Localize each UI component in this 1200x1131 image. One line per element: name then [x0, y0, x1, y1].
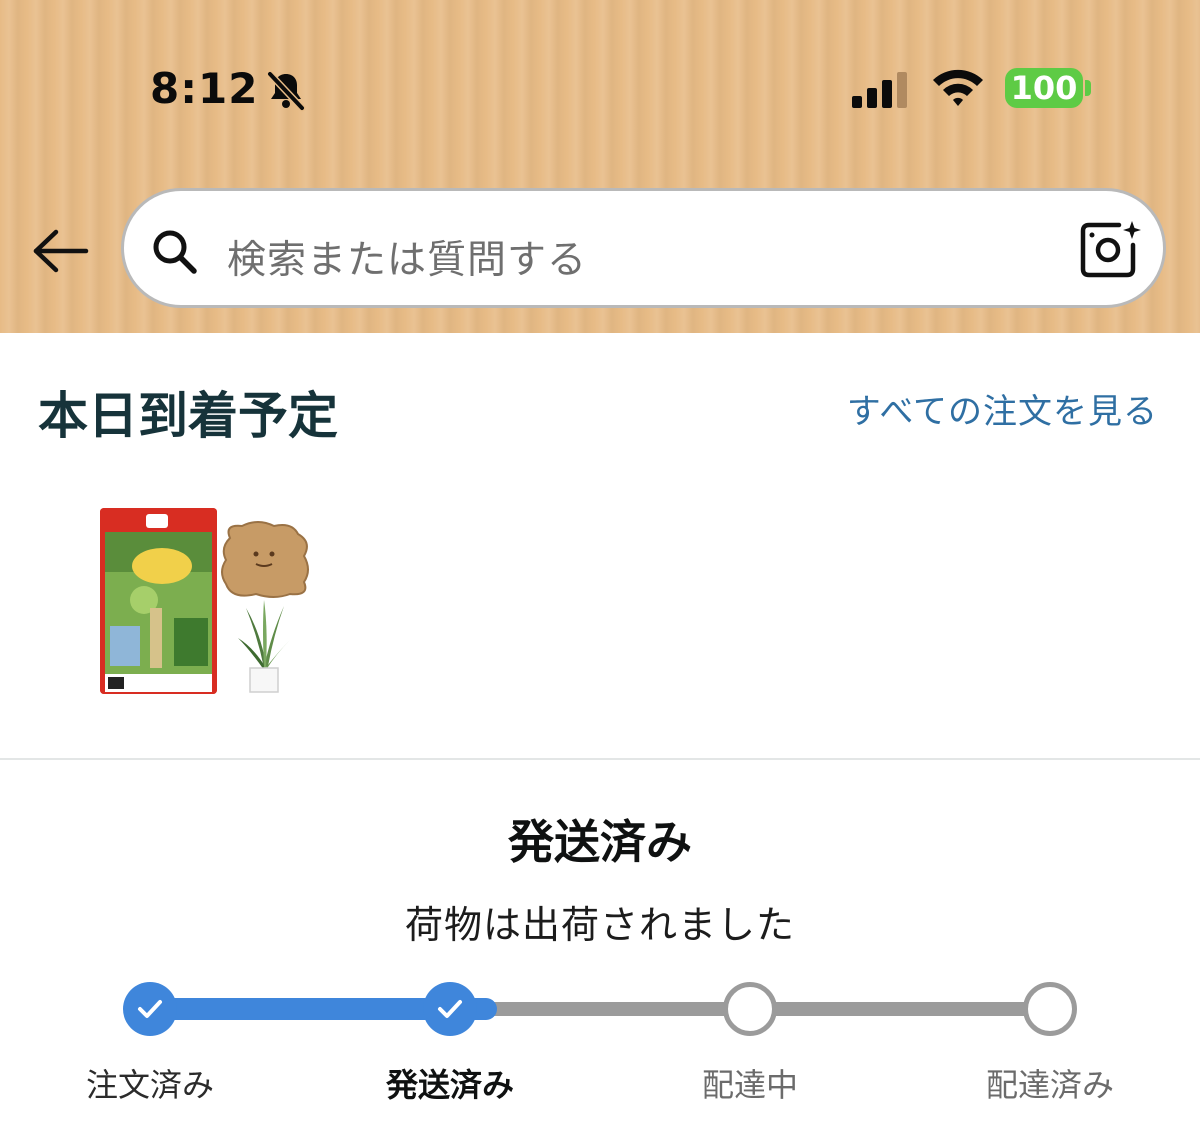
step-label-shipped: 発送済み: [385, 1066, 514, 1104]
status-time: 8:12: [150, 64, 259, 113]
check-icon: [138, 1000, 162, 1018]
battery-level: 100: [1010, 69, 1078, 107]
shipment-status-message: 荷物は出荷されました: [404, 903, 795, 947]
battery-indicator: 100: [1005, 68, 1083, 108]
wifi-icon: [933, 69, 983, 106]
camera-lens-icon[interactable]: [1079, 219, 1141, 279]
step-dot-shipped: [423, 982, 477, 1036]
cellular-signal-icon: [852, 72, 907, 108]
search-input[interactable]: 検索または質問する: [121, 188, 1166, 308]
step-label-out-for-delivery: 配達中: [701, 1066, 798, 1104]
check-icon: [438, 1000, 462, 1018]
section-divider: [0, 758, 1200, 760]
shipment-status-title: 発送済み: [508, 815, 692, 869]
step-dot-delivered: [1023, 982, 1077, 1036]
bell-slash-icon: [266, 70, 306, 112]
step-label-delivered: 配達済み: [985, 1066, 1114, 1104]
search-icon: [153, 230, 197, 274]
app-header: 8:12 100 検索または質問する: [0, 0, 1200, 333]
wooden-plate-image[interactable]: [218, 520, 314, 600]
game-cover-art: [100, 508, 217, 694]
section-title: 本日到着予定: [38, 387, 338, 445]
battery-tip: [1085, 80, 1091, 96]
game-package-image[interactable]: [100, 508, 217, 694]
back-arrow-icon[interactable]: [30, 226, 90, 276]
search-placeholder: 検索または質問する: [227, 238, 588, 283]
step-dot-out-for-delivery: [723, 982, 777, 1036]
view-all-orders-link[interactable]: すべての注文を見る: [847, 384, 1158, 433]
step-label-ordered: 注文済み: [85, 1066, 214, 1104]
potted-plant-image[interactable]: [236, 598, 292, 694]
step-dot-ordered: [123, 982, 177, 1036]
